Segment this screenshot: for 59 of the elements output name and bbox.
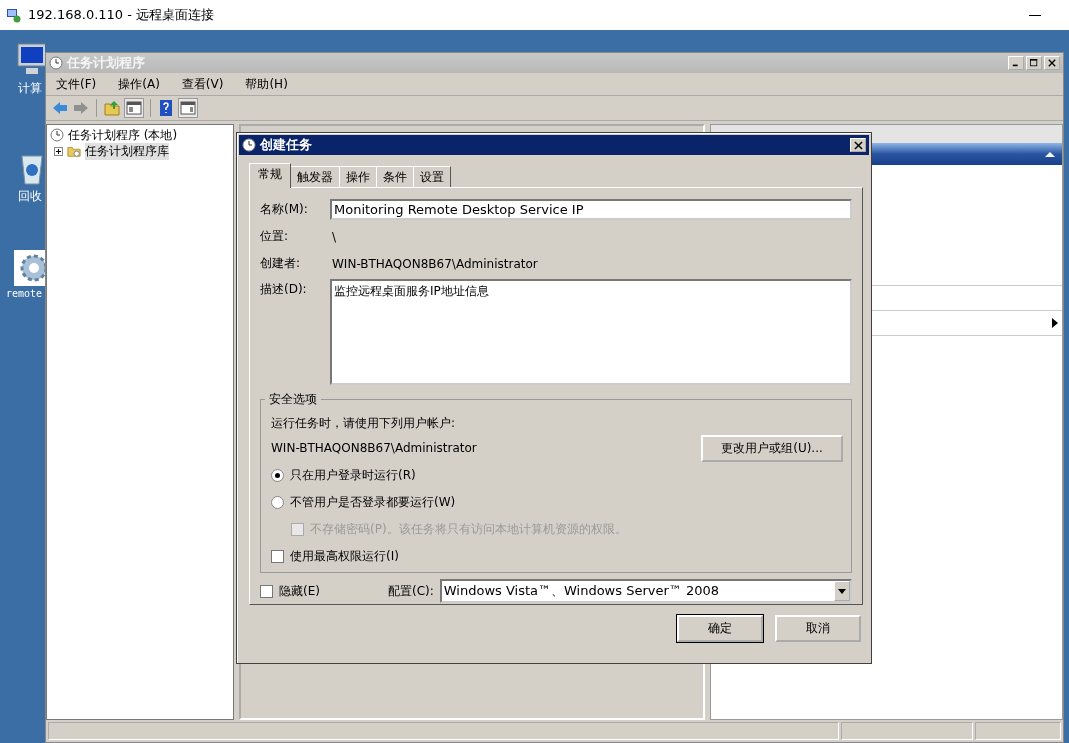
help-icon[interactable] (157, 99, 175, 117)
minimize-button[interactable] (1008, 56, 1024, 70)
tree-item[interactable]: 任务计划程序库 (85, 142, 169, 160)
checkbox[interactable] (260, 584, 273, 598)
account-name: WIN-BTHAQON8B67\Administrator (271, 441, 477, 455)
desktop-icon-label[interactable]: 回收 (18, 188, 42, 205)
option-label[interactable]: 使用最高权限运行(I) (290, 548, 399, 565)
folder-icon (67, 144, 81, 158)
desktop-icon-label[interactable]: 计算 (18, 80, 42, 97)
clock-icon (50, 128, 64, 142)
close-button[interactable] (1044, 56, 1060, 70)
tab[interactable]: 常规 (249, 163, 291, 188)
tab[interactable]: 操作 (339, 166, 377, 187)
option-label[interactable]: 只在用户登录时运行(R) (290, 467, 416, 484)
cancel-button[interactable]: 取消 (775, 615, 861, 642)
location-value: \ (331, 229, 337, 244)
tab[interactable]: 条件 (376, 166, 414, 187)
configure-dropdown[interactable]: Windows Vista™、Windows Server™ 2008 (439, 579, 852, 603)
radio-button[interactable] (271, 469, 284, 482)
group-title: 安全选项 (268, 391, 318, 408)
submenu-arrow-icon[interactable] (1052, 318, 1058, 328)
desktop-icon-label[interactable]: remote (6, 288, 43, 299)
maximize-icon (1030, 59, 1038, 67)
field-label: 配置(C): (387, 582, 434, 600)
close-icon (853, 140, 863, 150)
option-label[interactable]: 隐藏(E) (279, 582, 320, 600)
clock-icon (49, 56, 63, 70)
remote-desktop-icon (6, 7, 22, 23)
field-label: 名称(M): (260, 201, 309, 218)
expand-icon[interactable] (54, 146, 63, 156)
account-prompt: 运行任务时，请使用下列用户帐户: (271, 414, 457, 432)
change-user-button[interactable]: 更改用户或组(U)... (701, 434, 843, 462)
dropdown-arrow-icon (838, 588, 846, 594)
field-label: 描述(D): (260, 281, 308, 298)
tree-item[interactable]: 任务计划程序 (本地) (50, 127, 230, 143)
field-label: 位置: (260, 228, 290, 245)
author-value: WIN-BTHAQON8B67\Administrator (331, 256, 538, 271)
name-field[interactable]: Monitoring Remote Desktop Service IP (330, 199, 852, 220)
tab[interactable]: 设置 (413, 166, 451, 187)
menu-item[interactable]: 文件(F) (56, 75, 97, 93)
gear-icon[interactable] (12, 248, 45, 288)
maximize-button[interactable] (1026, 56, 1042, 70)
clock-icon (242, 138, 256, 152)
window-title: 192.168.0.110 - 远程桌面连接 (28, 6, 215, 24)
tree-pane-icon[interactable] (124, 98, 144, 118)
dialog-title: 创建任务 (260, 136, 312, 154)
close-icon (1048, 59, 1056, 67)
option-label[interactable]: 不管用户是否登录都要运行(W) (290, 494, 456, 511)
menu-item[interactable]: 操作(A) (118, 75, 160, 93)
checkbox[interactable] (271, 550, 284, 563)
close-button[interactable] (850, 138, 866, 152)
radio-button[interactable] (271, 496, 284, 509)
menu-item[interactable]: 查看(V) (181, 75, 224, 93)
menu-item[interactable]: 帮助(H) (245, 75, 288, 93)
collapse-arrow-icon[interactable] (1044, 150, 1056, 158)
ok-button[interactable]: 确定 (677, 615, 763, 642)
action-pane-icon[interactable] (178, 98, 198, 118)
field-label: 创建者: (260, 255, 302, 272)
description-field[interactable]: 监控远程桌面服务IP地址信息 (330, 279, 852, 385)
